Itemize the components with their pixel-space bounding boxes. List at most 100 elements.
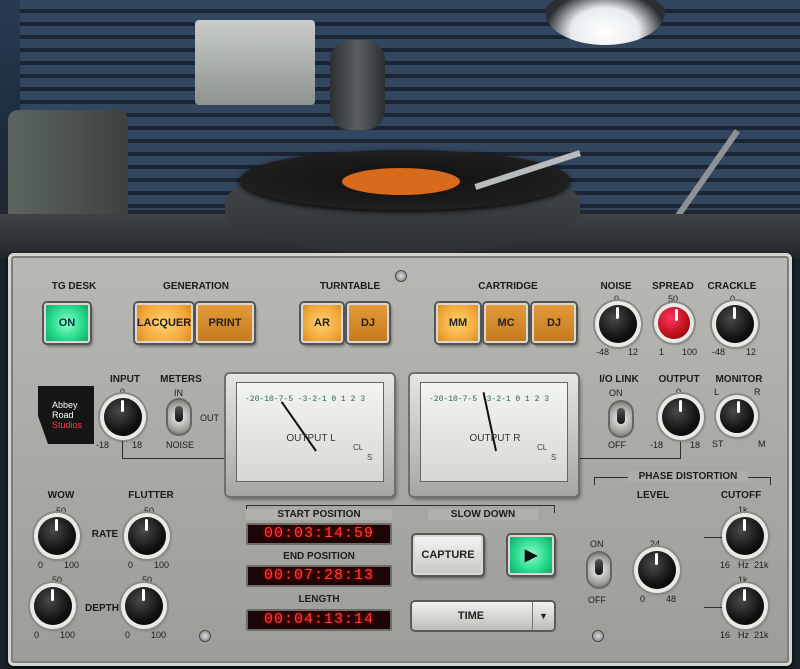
wow-rate-max: 100 <box>64 560 80 570</box>
panel-screw <box>200 631 210 641</box>
studio-scene-background <box>0 0 800 258</box>
capture-button[interactable]: CAPTURE <box>413 535 483 575</box>
panel-screw <box>593 631 603 641</box>
length-display: 00:04:13:14 <box>246 609 392 631</box>
monitor-title: MONITOR <box>715 374 763 385</box>
section-line <box>594 477 595 485</box>
panel-screw <box>396 271 406 281</box>
input-knob[interactable] <box>104 398 142 436</box>
cutoff-1-knob[interactable] <box>726 517 764 555</box>
crackle-knob[interactable] <box>716 305 754 343</box>
vu-meter-right-s: S <box>551 453 557 462</box>
start-position-display[interactable]: 00:03:14:59 <box>246 523 392 545</box>
output-min-label: -18 <box>650 440 664 450</box>
noise-knob[interactable] <box>599 305 637 343</box>
vu-meter-left: -20-10-7-5 -3-2-1 0 1 2 3 OUTPUT L CL S <box>226 374 394 496</box>
phase-level-knob[interactable] <box>638 551 676 589</box>
cutoff-2-max: 21k <box>754 630 769 640</box>
io-link-toggle[interactable] <box>610 402 632 436</box>
cutoff-2-knob[interactable] <box>726 587 764 625</box>
play-button[interactable]: ▶ <box>508 535 554 575</box>
signal-line <box>122 441 123 459</box>
rate-label: RATE <box>91 529 119 540</box>
cutoff-1-top-value: 1k <box>738 505 748 515</box>
io-link-off-label: OFF <box>608 440 626 450</box>
phase-level-label: LEVEL <box>636 490 670 501</box>
section-line <box>704 607 722 608</box>
phase-level-min: 0 <box>640 594 646 604</box>
phase-distortion-toggle[interactable] <box>588 553 610 587</box>
input-max-label: 18 <box>132 440 143 450</box>
end-position-display[interactable]: 00:07:28:13 <box>246 565 392 587</box>
spread-knob[interactable] <box>658 307 690 339</box>
wow-depth-knob[interactable] <box>34 587 72 625</box>
phase-off-label: OFF <box>588 595 606 605</box>
wow-depth-min: 0 <box>34 630 40 640</box>
play-icon: ▶ <box>524 547 538 564</box>
cartridge-title: CARTRIDGE <box>478 281 538 292</box>
output-max-label: 18 <box>690 440 701 450</box>
flutter-rate-knob[interactable] <box>128 517 166 555</box>
section-line <box>554 505 555 513</box>
phase-distortion-title: PHASE DISTORTION <box>628 471 748 482</box>
lathe-arm <box>8 110 128 230</box>
flutter-rate-top-value: 50 <box>144 506 155 516</box>
input-title: INPUT <box>110 374 140 385</box>
phase-level-max: 48 <box>666 594 677 604</box>
end-position-label: END POSITION <box>283 551 355 562</box>
abbey-road-logo: Abbey Road Studios <box>38 386 94 444</box>
generation-lacquer-button[interactable]: LACQUER <box>135 303 193 343</box>
slow-down-mode-select[interactable]: TIME ▼ <box>412 602 554 630</box>
meters-in-out-toggle[interactable] <box>168 400 190 434</box>
output-knob[interactable] <box>662 398 700 436</box>
tg-desk-on-button[interactable]: ON <box>44 303 90 343</box>
meters-title: METERS <box>160 374 202 385</box>
cutoff-1-max: 21k <box>754 560 769 570</box>
vu-meter-right: -20-10-7-5 -3-2-1 0 1 2 3 OUTPUT R CL S <box>410 374 578 496</box>
flutter-depth-knob[interactable] <box>125 587 163 625</box>
monitor-st-label: ST <box>712 439 724 449</box>
spread-max-label: 100 <box>682 347 698 357</box>
monitor-m-label: M <box>758 439 766 449</box>
crackle-top-value: 0 <box>730 294 736 304</box>
signal-line <box>580 458 680 459</box>
generation-print-button[interactable]: PRINT <box>196 303 254 343</box>
lathe-cutting-head <box>330 40 385 130</box>
flutter-depth-min: 0 <box>125 630 131 640</box>
vu-meter-left-face: -20-10-7-5 -3-2-1 0 1 2 3 OUTPUT L CL S <box>236 382 384 482</box>
meters-noise-label: NOISE <box>166 440 195 450</box>
flutter-rate-max: 100 <box>154 560 170 570</box>
turntable-ar-button[interactable]: AR <box>301 303 343 343</box>
wow-depth-max: 100 <box>60 630 76 640</box>
wow-rate-top-value: 50 <box>56 506 67 516</box>
cartridge-dj-button[interactable]: DJ <box>532 303 576 343</box>
cutoff-1-unit: Hz <box>738 560 749 570</box>
cutoff-2-top-value: 1k <box>738 575 748 585</box>
meters-out-label: OUT <box>200 413 219 423</box>
crackle-title: CRACKLE <box>707 281 757 292</box>
noise-min-label: -48 <box>596 347 610 357</box>
lathe-head <box>195 20 315 105</box>
plugin-panel: TG DESK ON GENERATION LACQUER PRINT TURN… <box>8 253 792 666</box>
noise-title: NOISE <box>600 281 632 292</box>
wow-rate-knob[interactable] <box>38 517 76 555</box>
monitor-selector-knob[interactable] <box>720 399 754 433</box>
cartridge-mm-button[interactable]: MM <box>436 303 480 343</box>
flutter-depth-max: 100 <box>151 630 167 640</box>
cutoff-1-min: 16 <box>720 560 731 570</box>
monitor-r-label: R <box>754 387 761 397</box>
output-top-value: 0 <box>676 387 682 397</box>
cartridge-mc-button[interactable]: MC <box>484 303 528 343</box>
generation-title: GENERATION <box>163 281 229 292</box>
signal-line <box>680 441 681 459</box>
length-label: LENGTH <box>298 594 340 605</box>
cutoff-2-min: 16 <box>720 630 731 640</box>
vu-meter-left-s: S <box>367 453 373 462</box>
monitor-l-label: L <box>714 387 720 397</box>
turntable-dj-button[interactable]: DJ <box>347 303 389 343</box>
noise-top-value: 0 <box>614 294 620 304</box>
noise-max-label: 12 <box>628 347 639 357</box>
section-line <box>704 537 722 538</box>
flutter-rate-min: 0 <box>128 560 134 570</box>
chevron-down-icon[interactable]: ▼ <box>532 602 554 630</box>
